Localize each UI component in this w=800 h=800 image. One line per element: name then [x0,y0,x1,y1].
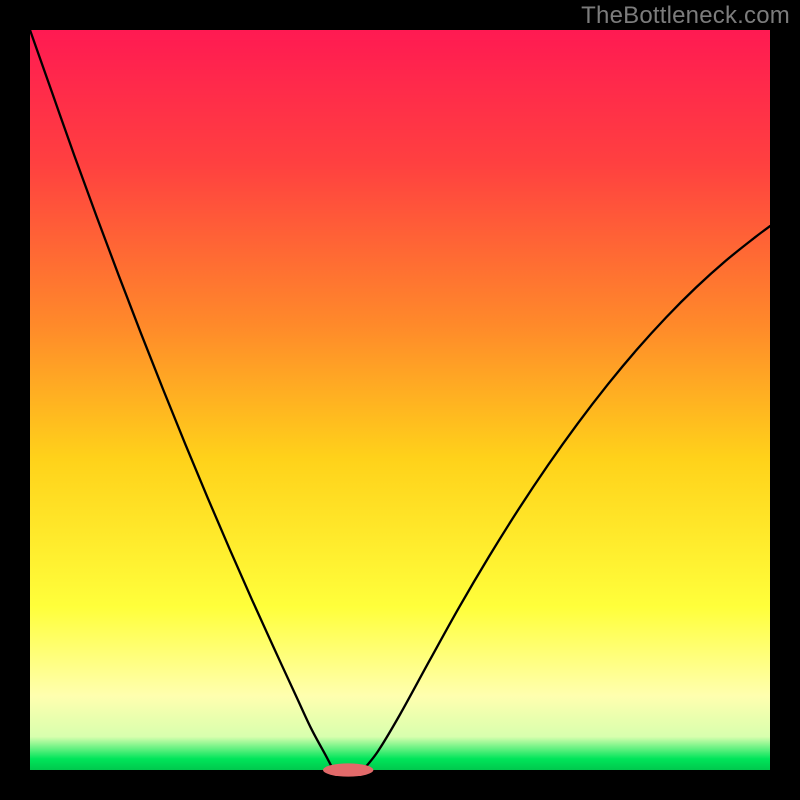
min-marker [323,763,373,776]
bottleneck-chart [0,0,800,800]
watermark-text: TheBottleneck.com [581,2,790,30]
chart-frame: TheBottleneck.com [0,0,800,800]
plot-background [30,30,770,770]
